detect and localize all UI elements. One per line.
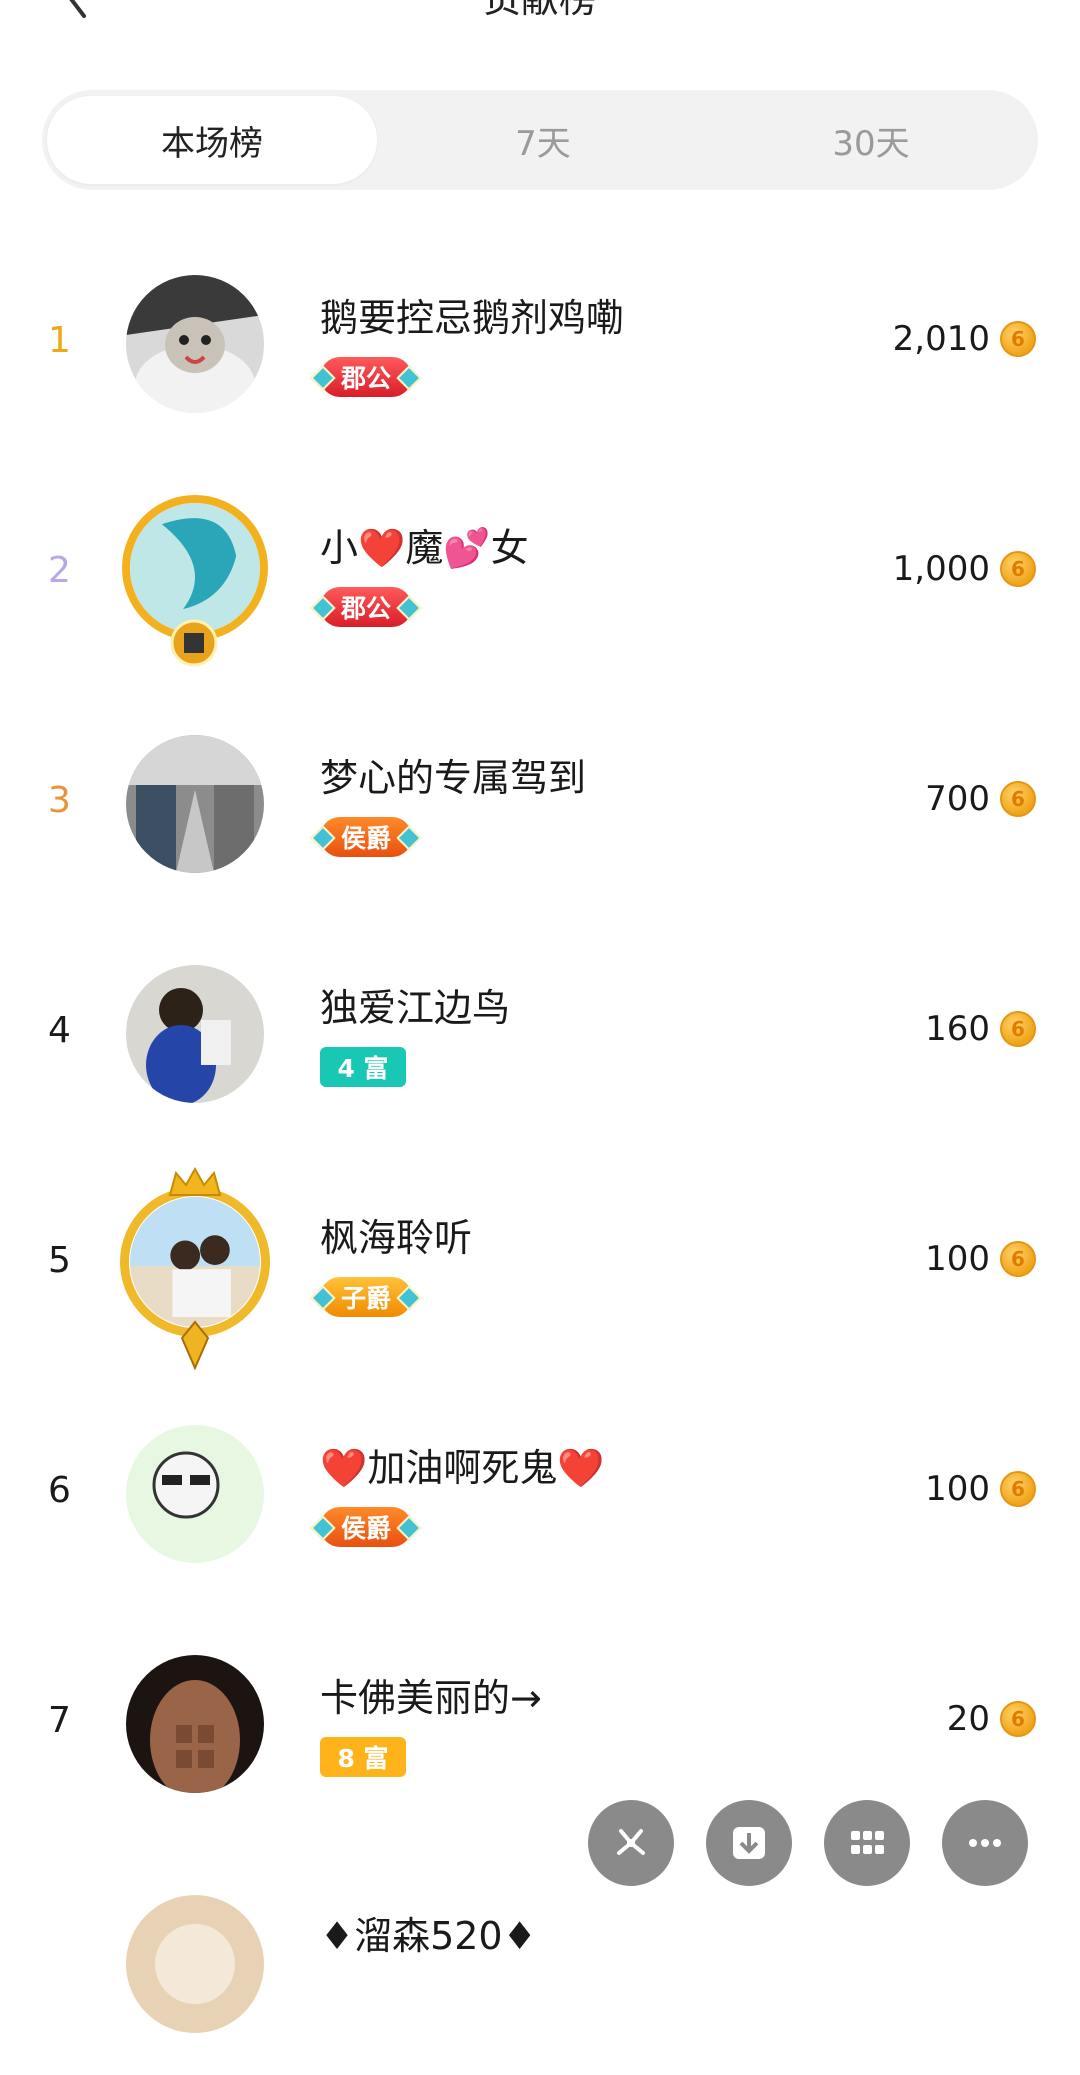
- download-button[interactable]: [706, 1800, 792, 1886]
- wealth-badge: 4 富: [320, 1047, 406, 1087]
- download-icon: [733, 1827, 765, 1859]
- coin-icon: 6: [1000, 1241, 1036, 1277]
- user-name: ♦溜森520♦: [320, 1914, 537, 1958]
- avatar[interactable]: [126, 1655, 264, 1793]
- avatar[interactable]: [126, 275, 264, 413]
- user-name: ❤️加油啊死鬼❤️: [320, 1446, 605, 1490]
- avatar[interactable]: [130, 1197, 260, 1327]
- user-name: 独爱江边鸟: [320, 986, 511, 1030]
- contribution-score: 1,000: [892, 549, 990, 589]
- wealth-badge: 8 富: [320, 1737, 406, 1777]
- tab-current-session[interactable]: 本场榜: [47, 96, 377, 184]
- ranking-tabs: 本场榜 7天 30天: [42, 90, 1038, 190]
- coin-icon: 6: [1000, 551, 1036, 587]
- rank-number: 1: [48, 320, 71, 361]
- rank-number: 4: [48, 1010, 71, 1051]
- avatar[interactable]: [126, 965, 264, 1103]
- page-title: 贡献榜: [0, 0, 1080, 23]
- more-button[interactable]: [942, 1800, 1028, 1886]
- rank-badge: 侯爵: [320, 817, 412, 857]
- rank-number: 6: [48, 1470, 71, 1511]
- user-name: 小❤️魔💕女: [320, 526, 529, 570]
- tab-7-days[interactable]: 7天: [378, 96, 708, 184]
- more-icon: [969, 1839, 1001, 1847]
- rank-badge: 郡公: [320, 587, 412, 627]
- user-name: 卡佛美丽的→: [320, 1676, 542, 1720]
- coin-icon: 6: [1000, 781, 1036, 817]
- wing-emblem-icon: [180, 1320, 210, 1370]
- share-button[interactable]: [588, 1800, 674, 1886]
- crown-icon: [168, 1167, 222, 1196]
- avatar[interactable]: [126, 1425, 264, 1563]
- rank-number: 5: [48, 1240, 71, 1281]
- share-flower-icon: [617, 1829, 645, 1855]
- rank-badge: 侯爵: [320, 1507, 412, 1547]
- contribution-score: 100: [925, 1469, 990, 1509]
- list-item[interactable]: 2 小❤️魔💕女 郡公 1,000 6: [0, 465, 1080, 695]
- coin-icon: 6: [1000, 321, 1036, 357]
- list-item[interactable]: 5 枫海聆听 子爵 100 6: [0, 1155, 1080, 1385]
- coin-icon: 6: [1000, 1701, 1036, 1737]
- user-name: 枫海聆听: [320, 1216, 473, 1260]
- header: 贡献榜: [0, 0, 1080, 60]
- avatar[interactable]: [130, 503, 260, 633]
- crest-icon: [170, 619, 218, 667]
- rank-number: 2: [48, 550, 71, 591]
- contribution-score: 700: [925, 779, 990, 819]
- avatar[interactable]: [126, 1895, 264, 2033]
- rank-number: 3: [48, 780, 71, 821]
- avatar[interactable]: [126, 735, 264, 873]
- grid-icon: [851, 1831, 884, 1854]
- list-item[interactable]: 6 ❤️加油啊死鬼❤️ 侯爵 100 6: [0, 1385, 1080, 1615]
- list-item[interactable]: 1 鹅要控忌鹅剂鸡嘞 郡公 2,010 6: [0, 235, 1080, 465]
- rank-number: 7: [48, 1700, 71, 1741]
- user-name: 鹅要控忌鹅剂鸡嘞: [320, 296, 625, 340]
- coin-icon: 6: [1000, 1471, 1036, 1507]
- apps-button[interactable]: [824, 1800, 910, 1886]
- list-item[interactable]: 4 独爱江边鸟 4 富 160 6: [0, 925, 1080, 1155]
- coin-icon: 6: [1000, 1011, 1036, 1047]
- tab-30-days[interactable]: 30天: [706, 96, 1036, 184]
- user-name: 梦心的专属驾到: [320, 756, 587, 800]
- rank-badge: 郡公: [320, 357, 412, 397]
- rank-badge: 子爵: [320, 1277, 412, 1317]
- list-item[interactable]: 3 梦心的专属驾到 侯爵 700 6: [0, 695, 1080, 925]
- contribution-score: 100: [925, 1239, 990, 1279]
- floating-action-bar: [0, 1800, 1080, 1888]
- contribution-score: 2,010: [892, 319, 990, 359]
- contribution-score: 20: [946, 1699, 990, 1739]
- contribution-score: 160: [925, 1009, 990, 1049]
